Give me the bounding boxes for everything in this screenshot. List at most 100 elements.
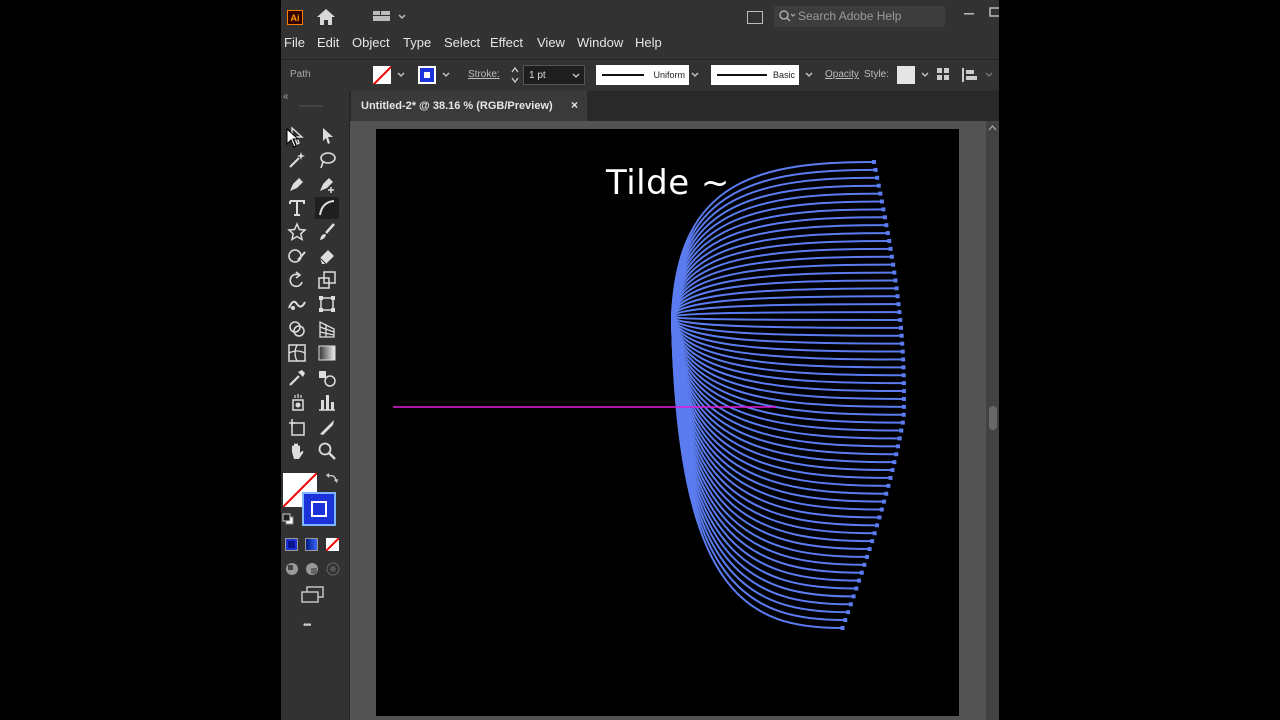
workspace-switcher-icon[interactable] [373,10,409,24]
anchor-point [886,483,891,488]
stroke-label[interactable]: Stroke: [468,69,500,80]
anchor-point [896,444,901,449]
blend-tool[interactable] [315,367,339,389]
stroke-weight-value: 1 pt [529,70,546,81]
opacity-label[interactable]: Opacity [825,69,859,80]
eyedropper-icon [289,370,305,386]
variable-width-profile[interactable]: Uniform [596,65,689,85]
menu-file[interactable]: File [284,35,305,50]
eyedropper-tool[interactable] [285,367,309,389]
stepper-icon[interactable] [510,65,520,85]
chevron-down-icon[interactable] [805,71,813,79]
free-transform-tool[interactable] [315,293,339,315]
none-mode-button[interactable] [326,538,339,551]
mesh-tool[interactable] [285,342,309,364]
anchor-point [898,325,903,330]
menu-type[interactable]: Type [403,35,431,50]
menu-select[interactable]: Select [444,35,480,50]
hand-tool[interactable] [285,440,309,462]
direct-selection-icon [323,128,333,144]
color-mode-button[interactable] [285,538,298,551]
home-icon[interactable] [316,8,336,26]
menu-edit[interactable]: Edit [317,35,339,50]
paintbrush-tool[interactable] [315,221,339,243]
chevron-down-icon[interactable] [985,71,993,79]
direct-selection-tool[interactable] [315,125,339,147]
vertical-scrollbar[interactable] [986,121,999,720]
blend-step-path [671,303,899,318]
menu-bar: File Edit Object Type Select Effect View… [281,33,999,55]
zoom-tool[interactable] [315,440,339,462]
artboard[interactable]: Tilde ~ [376,129,959,716]
artboard-tool[interactable] [285,416,309,438]
puppet-warp-tool[interactable] [285,293,309,315]
perspective-grid-tool[interactable] [315,318,339,340]
arrange-documents-icon[interactable] [747,11,763,24]
gradient-tool[interactable] [315,342,339,364]
screen-mode-icon[interactable] [300,586,326,604]
brush-definition[interactable]: Basic [711,65,799,85]
chevron-down-icon[interactable] [397,71,405,79]
menu-view[interactable]: View [537,35,565,50]
column-graph-tool[interactable] [315,391,339,413]
stroke-color-proxy[interactable] [302,492,336,526]
curvature-pen-tool[interactable] [315,173,339,195]
fill-swatch[interactable] [373,66,391,84]
anchor-point [901,381,906,386]
graphic-style-swatch[interactable] [897,66,915,84]
draw-inside-icon[interactable] [326,562,340,576]
free-transform-icon [319,296,335,312]
menu-effect[interactable]: Effect [490,35,523,50]
blend-object[interactable] [376,129,959,716]
rotate-tool[interactable] [285,269,309,291]
gradient-icon [318,345,336,361]
document-tab-title: Untitled-2* @ 38.16 % (RGB/Preview) [361,100,553,112]
draw-behind-icon[interactable] [305,562,319,576]
menu-object[interactable]: Object [352,35,390,50]
slice-tool[interactable] [315,416,339,438]
type-tool[interactable] [285,197,309,219]
swap-colors-icon[interactable] [325,472,339,486]
panel-grip[interactable] [299,105,323,107]
recolor-icon[interactable] [936,67,950,81]
shaper-tool[interactable] [285,245,309,267]
stroke-swatch[interactable] [418,66,436,84]
document-tab[interactable]: Untitled-2* @ 38.16 % (RGB/Preview) × [351,91,587,121]
anchor-point [890,468,895,473]
scale-tool[interactable] [315,269,339,291]
menu-help[interactable]: Help [635,35,662,50]
shape-builder-tool[interactable] [285,318,309,340]
chevron-down-icon[interactable] [442,71,450,79]
anchor-point [885,231,890,236]
scroll-up-icon[interactable] [988,125,997,131]
symbol-sprayer-tool[interactable] [285,391,309,413]
shaper-icon [288,249,306,263]
scroll-thumb[interactable] [989,406,997,430]
draw-normal-icon[interactable] [285,562,299,576]
default-colors-icon[interactable] [282,513,294,525]
search-input[interactable]: Search Adobe Help [774,6,945,27]
bar-graph-icon [319,395,335,411]
collapse-panel-icon[interactable]: « [283,91,289,102]
document-area: Untitled-2* @ 38.16 % (RGB/Preview) × Ti… [350,91,999,720]
pen-tool[interactable] [285,173,309,195]
anchor-point [900,349,905,354]
chevron-down-icon[interactable] [921,71,929,79]
eraser-tool[interactable] [315,245,339,267]
zoom-icon [318,442,336,460]
gradient-mode-button[interactable] [305,538,318,551]
edit-toolbar-icon[interactable]: ••• [303,620,311,631]
minimize-icon[interactable] [962,6,976,20]
maximize-icon[interactable] [988,6,999,20]
star-tool[interactable] [285,221,309,243]
align-icon[interactable] [961,67,979,83]
stroke-weight-field[interactable]: 1 pt [523,65,585,85]
anchor-point [892,460,897,465]
close-icon[interactable]: × [571,98,578,112]
menu-window[interactable]: Window [577,35,623,50]
anchor-point [882,215,887,220]
chevron-down-icon[interactable] [691,71,699,79]
curvature-tool[interactable] [315,197,339,219]
magic-wand-tool[interactable] [285,149,309,171]
lasso-tool[interactable] [315,149,339,171]
